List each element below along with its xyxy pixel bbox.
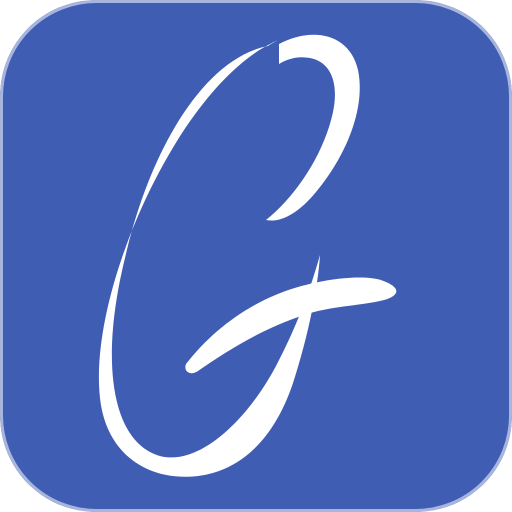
g-script-icon: [0, 0, 512, 512]
app-icon[interactable]: [0, 0, 512, 512]
canvas: [0, 0, 512, 512]
